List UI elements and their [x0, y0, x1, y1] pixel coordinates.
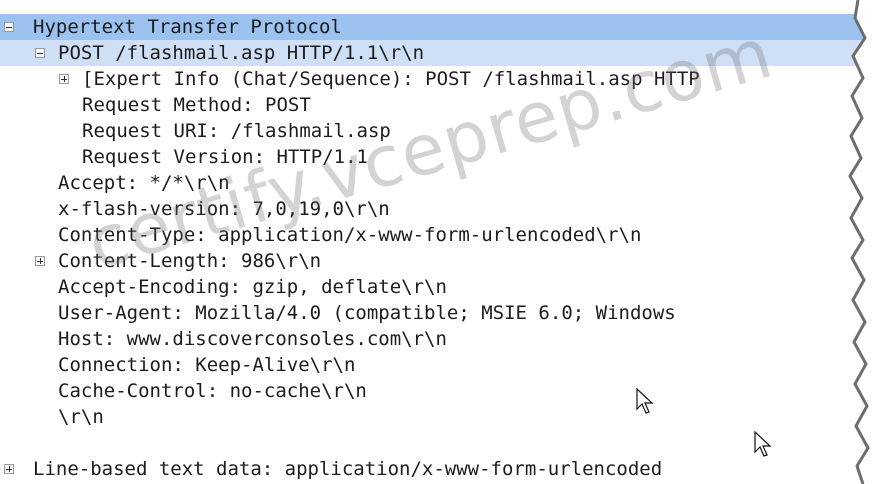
tree-label-connection: Connection: Keep-Alive\r\n	[58, 354, 356, 376]
tree-row-cache-control[interactable]: Cache-Control: no-cache\r\n	[0, 378, 875, 404]
tree-row-user-agent[interactable]: User-Agent: Mozilla/4.0 (compatible; MSI…	[0, 300, 875, 326]
tree-row-accept[interactable]: Accept: */*\r\n	[0, 170, 875, 196]
expand-icon[interactable]	[59, 74, 69, 84]
mouse-pointer-icon	[636, 388, 654, 414]
packet-details-tree: Hypertext Transfer Protocol POST /flashm…	[0, 0, 875, 484]
tree-label-crlf: \r\n	[58, 406, 104, 428]
tree-label-accept: Accept: */*\r\n	[58, 172, 230, 194]
tree-label-user-agent: User-Agent: Mozilla/4.0 (compatible; MSI…	[58, 302, 676, 324]
tree-row-expert-info[interactable]: [Expert Info (Chat/Sequence): POST /flas…	[0, 66, 875, 92]
tree-row-x-flash-version[interactable]: x-flash-version: 7,0,19,0\r\n	[0, 196, 875, 222]
torn-edge	[848, 0, 875, 484]
tree-row-accept-encoding[interactable]: Accept-Encoding: gzip, deflate\r\n	[0, 274, 875, 300]
mouse-pointer-icon	[754, 431, 772, 457]
tree-label-expert-info: [Expert Info (Chat/Sequence): POST /flas…	[82, 68, 700, 90]
tree-row-request-method[interactable]: Request Method: POST	[0, 92, 875, 118]
tree-label-content-type: Content-Type: application/x-www-form-url…	[58, 224, 642, 246]
expand-icon[interactable]	[35, 256, 45, 266]
collapse-icon[interactable]	[4, 22, 14, 32]
tree-row-request-version[interactable]: Request Version: HTTP/1.1	[0, 144, 875, 170]
tree-label-cache-control: Cache-Control: no-cache\r\n	[58, 380, 367, 402]
tree-label-http: Hypertext Transfer Protocol	[33, 16, 342, 38]
tree-label-request-version: Request Version: HTTP/1.1	[82, 146, 368, 168]
tree-row-http[interactable]: Hypertext Transfer Protocol	[0, 14, 875, 40]
tree-label-content-length: Content-Length: 986\r\n	[58, 250, 322, 272]
tree-label-host: Host: www.discoverconsoles.com\r\n	[58, 328, 447, 350]
tree-label-x-flash-version: x-flash-version: 7,0,19,0\r\n	[58, 198, 390, 220]
expand-icon[interactable]	[4, 464, 14, 474]
tree-row-connection[interactable]: Connection: Keep-Alive\r\n	[0, 352, 875, 378]
collapse-icon[interactable]	[35, 48, 45, 58]
tree-row-host[interactable]: Host: www.discoverconsoles.com\r\n	[0, 326, 875, 352]
tree-label-request-method: Request Method: POST	[82, 94, 311, 116]
tree-row-line-based-text[interactable]: Line-based text data: application/x-www-…	[0, 456, 875, 482]
tree-label-line-based-text: Line-based text data: application/x-www-…	[33, 458, 663, 480]
tree-row-request-line[interactable]: POST /flashmail.asp HTTP/1.1\r\n	[0, 40, 875, 66]
tree-row-crlf[interactable]: \r\n	[0, 404, 875, 430]
tree-row-content-length[interactable]: Content-Length: 986\r\n	[0, 248, 875, 274]
tree-label-accept-encoding: Accept-Encoding: gzip, deflate\r\n	[58, 276, 447, 298]
tree-row-request-uri[interactable]: Request URI: /flashmail.asp	[0, 118, 875, 144]
tree-row-content-type[interactable]: Content-Type: application/x-www-form-url…	[0, 222, 875, 248]
tree-label-request-line: POST /flashmail.asp HTTP/1.1\r\n	[58, 42, 425, 64]
tree-label-request-uri: Request URI: /flashmail.asp	[82, 120, 391, 142]
